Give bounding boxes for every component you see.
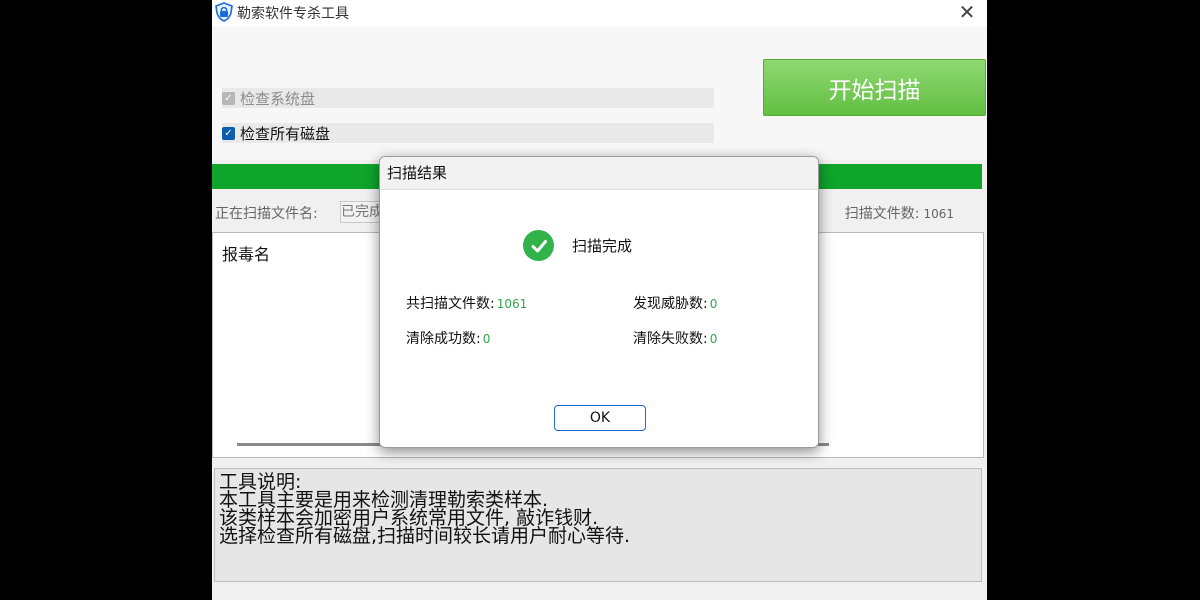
scanned-files-count: 扫描文件数: 1061	[845, 203, 954, 223]
window-title: 勒索软件专杀工具	[237, 6, 349, 22]
cleaned-label: 清除成功数:	[406, 331, 481, 347]
description-line: 选择检查所有磁盘,扫描时间较长请用户耐心等待.	[219, 525, 631, 547]
check-all-disks-label: 检查所有磁盘	[240, 124, 331, 143]
tool-description: 工具说明: 本工具主要是用来检测清理勒索类样本. 该类样本会加密用户系统常用文件…	[214, 468, 982, 582]
start-scan-button[interactable]: 开始扫描	[763, 59, 986, 116]
scan-complete-text: 扫描完成	[572, 237, 633, 255]
total-scanned-value: 1061	[496, 297, 528, 311]
threats-found-value: 0	[709, 297, 718, 311]
cleaned-value: 0	[482, 332, 491, 346]
checkbox-checked-icon: ✓	[222, 126, 235, 140]
total-scanned-stat: 共扫描文件数: 1061	[406, 293, 527, 313]
scan-result-dialog: 扫描结果 扫描完成 共扫描文件数: 1061 发现威胁数: 0 清除成功数: 0 清除…	[379, 156, 819, 448]
check-system-disk-label: 检查系统盘	[240, 89, 316, 108]
dialog-title: 扫描结果	[380, 157, 818, 190]
check-circle-icon	[523, 230, 554, 261]
check-all-disks-checkbox[interactable]: ✓ 检查所有磁盘	[222, 123, 714, 143]
threats-found-stat: 发现威胁数: 0	[633, 293, 717, 313]
ok-button[interactable]: OK	[554, 405, 646, 431]
scan-status: 扫描完成	[523, 230, 632, 261]
close-icon[interactable]: ✕	[953, 0, 981, 26]
cleaned-stat: 清除成功数: 0	[406, 328, 490, 348]
shield-icon	[215, 2, 233, 22]
check-system-disk-checkbox[interactable]: ✓ 检查系统盘	[222, 88, 714, 108]
clean-failed-value: 0	[709, 332, 718, 346]
threats-found-label: 发现威胁数:	[633, 296, 708, 312]
total-scanned-label: 共扫描文件数:	[406, 296, 495, 312]
scanned-files-label: 扫描文件数:	[844, 206, 920, 222]
clean-failed-stat: 清除失败数: 0	[633, 328, 717, 348]
column-header-threat-name: 报毒名	[222, 245, 271, 264]
scanned-files-value: 1061	[923, 207, 954, 221]
checkbox-checked-icon: ✓	[222, 91, 235, 105]
scanning-filename-label: 正在扫描文件名:	[215, 206, 318, 222]
title-bar: 勒索软件专杀工具 ✕	[212, 0, 987, 26]
clean-failed-label: 清除失败数:	[633, 331, 708, 347]
